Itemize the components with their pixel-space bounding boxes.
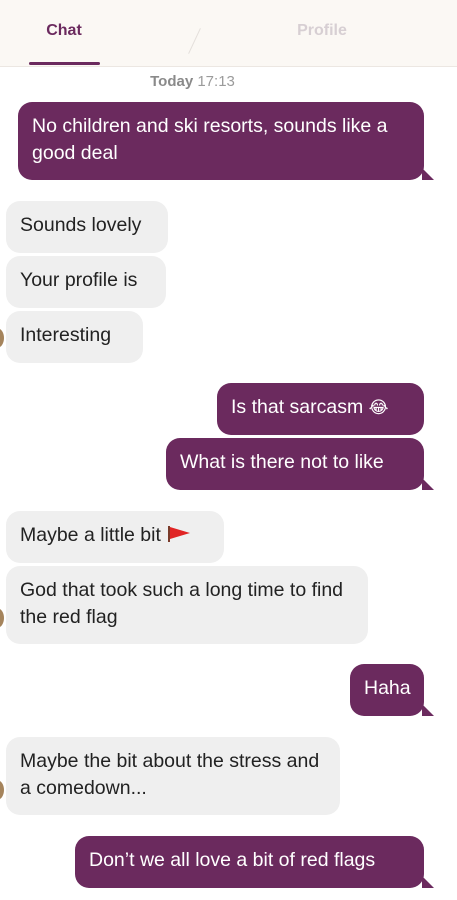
active-tab-indicator	[29, 62, 100, 65]
message-bubble-received[interactable]: Maybe a little bit	[6, 511, 224, 563]
message-bubble-received[interactable]: God that took such a long time to find t…	[6, 566, 368, 644]
bubble-tail	[422, 478, 434, 490]
message-text: Haha	[364, 677, 411, 699]
message-text: God that took such a long time to find t…	[20, 579, 344, 628]
bubble-tail	[422, 876, 434, 888]
message-bubble-received[interactable]: Sounds lovely	[6, 201, 168, 253]
chat-header: Chat Profile	[0, 0, 457, 67]
bubble-tail	[422, 168, 434, 180]
timestamp-day: Today	[150, 73, 194, 90]
message-text: Your profile is	[20, 269, 138, 291]
avatar[interactable]	[0, 328, 4, 348]
message-bubble-sent[interactable]: What is there not to like	[166, 438, 424, 490]
tab-chat[interactable]: Chat	[4, 22, 124, 40]
tab-profile[interactable]: Profile	[262, 22, 382, 40]
message-bubble-sent[interactable]: Haha	[350, 664, 424, 716]
avatar[interactable]	[0, 780, 4, 800]
tab-divider	[188, 28, 201, 54]
message-text: Maybe a little bit	[20, 524, 161, 546]
message-bubble-received[interactable]: Interesting	[6, 311, 143, 363]
message-text: Is that sarcasm	[231, 396, 364, 418]
message-text: Maybe the bit about the stress and a com…	[20, 750, 320, 799]
message-text: What is there not to like	[180, 451, 384, 473]
message-bubble-sent[interactable]: Is that sarcasm 😂	[217, 383, 424, 435]
bubble-tail	[422, 704, 434, 716]
timestamp-time: 17:13	[197, 73, 235, 90]
tears-of-joy-emoji-icon: 😂	[368, 398, 389, 417]
message-timestamp: Today 17:13	[0, 73, 385, 90]
message-text: Sounds lovely	[20, 214, 142, 236]
message-bubble-sent[interactable]: Don’t we all love a bit of red flags	[75, 836, 424, 888]
message-bubble-sent[interactable]: No children and ski resorts, sounds like…	[18, 102, 424, 180]
message-bubble-received[interactable]: Maybe the bit about the stress and a com…	[6, 737, 340, 815]
red-flag-icon	[168, 526, 191, 542]
message-text: Don’t we all love a bit of red flags	[89, 849, 376, 871]
message-bubble-received[interactable]: Your profile is	[6, 256, 166, 308]
avatar[interactable]	[0, 608, 4, 628]
message-text: Interesting	[20, 324, 112, 346]
message-text: No children and ski resorts, sounds like…	[32, 115, 388, 164]
